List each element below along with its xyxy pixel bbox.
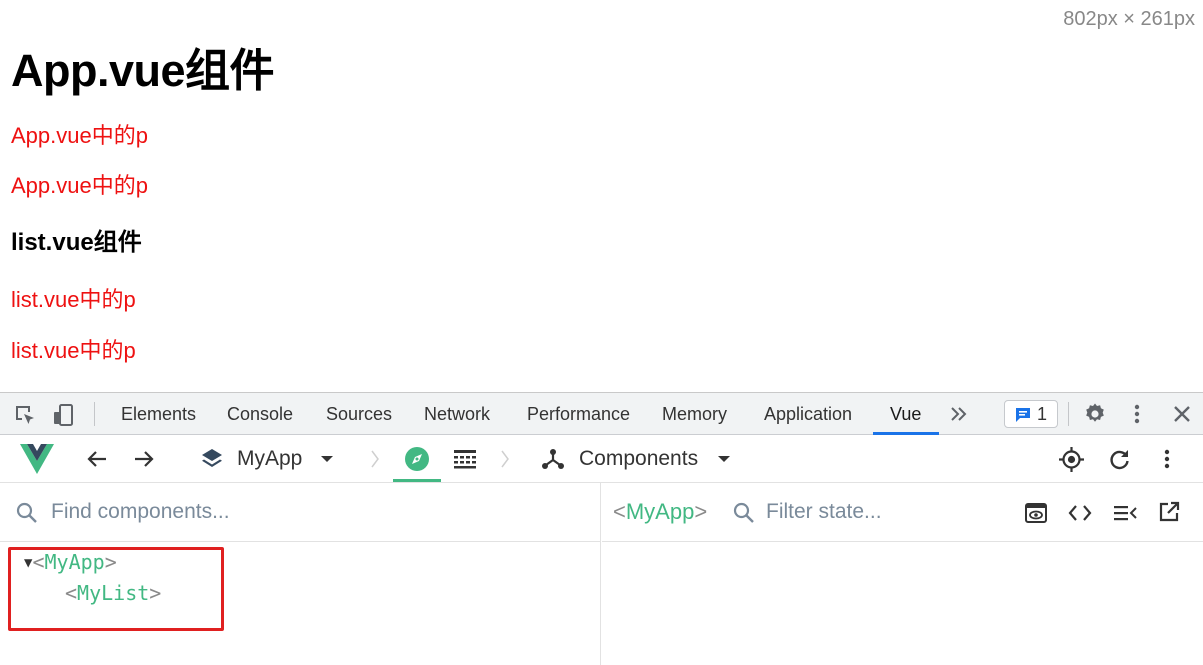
app-heading: App.vue组件 [11,45,275,96]
tab-elements[interactable]: Elements [121,393,196,435]
tab-sources[interactable]: Sources [326,393,392,435]
component-search-bar[interactable]: Find components... [0,483,600,542]
issues-icon [1016,408,1030,422]
chevron-down-icon[interactable] [320,455,334,463]
active-view-indicator [393,479,441,482]
selected-component-label: <MyApp> [613,499,708,524]
list-heading: list.vue组件 [11,229,142,256]
compass-icon[interactable] [404,446,430,472]
state-toolbar: <MyApp> Filter state... [602,483,1203,542]
devtools-panel: Elements Console Sources Network Perform… [0,392,1203,665]
target-icon[interactable] [1059,447,1084,472]
vue-toolbar: MyApp Components [0,435,1203,483]
issues-button[interactable]: 1 [1004,400,1058,428]
search-icon [16,502,37,523]
page-viewport: 802px × 261px App.vue组件 App.vue中的p App.v… [0,0,1203,392]
settings-icon[interactable] [1083,402,1107,426]
issues-count: 1 [1037,404,1048,424]
section-selector[interactable]: Components [579,435,698,483]
components-panel: Find components... ▼<MyApp> <MyList> [0,483,601,665]
list-paragraph: list.vue中的p [11,287,136,312]
kebab-menu-icon[interactable] [1127,402,1147,426]
chevron-down-icon[interactable] [717,455,731,463]
app-selector[interactable]: MyApp [237,435,302,483]
tab-application[interactable]: Application [764,393,852,435]
search-input[interactable]: Find components... [51,500,230,524]
collapse-all-icon[interactable] [1113,503,1137,523]
layers-icon [202,449,222,467]
more-icon[interactable] [1157,447,1177,471]
viewport-size-readout: 802px × 261px [1063,8,1195,30]
close-icon[interactable] [1172,404,1192,424]
app-paragraph: App.vue中的p [11,173,148,198]
list-paragraph: list.vue中的p [11,338,136,363]
tab-network[interactable]: Network [424,393,490,435]
code-icon[interactable] [1068,503,1092,523]
device-toolbar-icon[interactable] [52,403,76,427]
refresh-icon[interactable] [1108,448,1131,471]
timeline-icon[interactable] [453,448,477,470]
tab-performance[interactable]: Performance [527,393,630,435]
more-tabs-icon[interactable] [950,406,968,422]
components-icon [542,449,564,469]
devtools-tab-strip: Elements Console Sources Network Perform… [0,393,1203,435]
app-paragraph: App.vue中的p [11,123,148,148]
inspect-dom-icon[interactable] [1025,502,1047,524]
state-inspector-panel: <MyApp> Filter state... [602,483,1203,665]
filter-state-input[interactable]: Filter state... [766,500,882,524]
toolbar-divider [1068,402,1069,426]
breadcrumb-separator-icon [501,450,509,468]
back-arrow-icon[interactable] [86,448,108,470]
forward-arrow-icon[interactable] [133,448,155,470]
vue-logo-icon [20,444,54,474]
search-icon [733,502,754,523]
tab-console[interactable]: Console [227,393,293,435]
tab-memory[interactable]: Memory [662,393,727,435]
breadcrumb-separator-icon [371,450,379,468]
open-in-editor-icon[interactable] [1158,501,1180,523]
tab-vue[interactable]: Vue [890,393,921,435]
inspect-element-icon[interactable] [13,403,37,427]
toolbar-divider [94,402,95,426]
annotation-highlight-box [8,547,224,631]
